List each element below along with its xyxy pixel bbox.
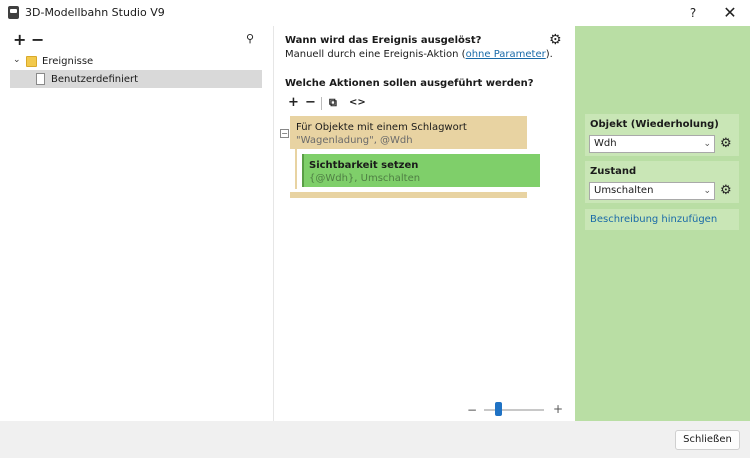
footer-bar: Schließen <box>0 421 750 458</box>
copy-action-button[interactable]: ⧉ <box>329 96 337 109</box>
zoom-in-button[interactable]: + <box>553 402 563 416</box>
help-button[interactable]: ? <box>678 2 708 24</box>
zoom-slider-track[interactable] <box>484 409 544 411</box>
zoom-out-button[interactable]: − <box>467 403 477 417</box>
add-action-button[interactable]: + <box>288 96 299 109</box>
state-label: Zustand <box>590 166 637 177</box>
state-settings-gear-icon[interactable]: ⚙ <box>720 184 732 197</box>
state-select[interactable]: Umschalten ⌄ <box>589 182 715 200</box>
properties-pane: Objekt (Wiederholung) Wdh ⌄ ⚙ Zustand Um… <box>575 26 750 421</box>
trigger-heading: Wann wird das Ereignis ausgelöst? <box>285 35 482 46</box>
collapse-toggle-icon[interactable]: − <box>280 129 289 138</box>
title-bar: 3D-Modellbahn Studio V9 ? ✕ <box>0 0 750 26</box>
action-block-title: Sichtbarkeit setzen <box>309 160 419 171</box>
chevron-down-icon: ⌄ <box>703 139 711 149</box>
trigger-description: Manuell durch eine Ereignis-Aktion (ohne… <box>285 48 553 61</box>
close-button[interactable]: Schließen <box>675 430 740 450</box>
search-icon[interactable]: ⚲ <box>246 32 254 45</box>
add-description-link[interactable]: Beschreibung hinzufügen <box>590 213 717 226</box>
add-event-button[interactable]: + <box>13 32 26 48</box>
loop-block[interactable]: Für Objekte mit einem Schlagwort "Wagenl… <box>290 116 527 149</box>
remove-action-button[interactable]: − <box>305 96 316 109</box>
chevron-down-icon[interactable]: ⌄ <box>13 55 21 65</box>
action-block-subtitle: {@Wdh}, Umschalten <box>309 173 421 184</box>
remove-event-button[interactable]: − <box>31 32 44 48</box>
tree-item-benutzerdefiniert[interactable]: Benutzerdefiniert <box>51 71 138 88</box>
toolbar-separator <box>321 97 322 110</box>
trigger-settings-gear-icon[interactable]: ⚙ <box>549 33 562 47</box>
tree-item-ereignisse[interactable]: Ereignisse <box>42 53 93 70</box>
window-title: 3D-Modellbahn Studio V9 <box>25 6 165 19</box>
loop-block-connector <box>295 149 297 189</box>
object-settings-gear-icon[interactable]: ⚙ <box>720 137 732 150</box>
object-select-value: Wdh <box>594 138 617 149</box>
object-property-box: Objekt (Wiederholung) Wdh ⌄ ⚙ <box>585 114 739 156</box>
code-view-button[interactable]: <> <box>349 96 366 109</box>
object-label: Objekt (Wiederholung) <box>590 119 719 130</box>
actions-heading: Welche Aktionen sollen ausgeführt werden… <box>285 78 534 89</box>
event-editor-pane: Wann wird das Ereignis ausgelöst? Manuel… <box>274 26 575 421</box>
document-icon <box>36 73 45 85</box>
loop-block-title: Für Objekte mit einem Schlagwort <box>296 122 467 133</box>
object-select[interactable]: Wdh ⌄ <box>589 135 715 153</box>
trigger-parameter-link[interactable]: ohne Parameter <box>466 49 546 60</box>
close-window-button[interactable]: ✕ <box>715 2 745 24</box>
zoom-slider-thumb[interactable] <box>495 402 502 416</box>
state-property-box: Zustand Umschalten ⌄ ⚙ <box>585 161 739 203</box>
events-tree-pane: + − ⚲ ⌄ Ereignisse Benutzerdefiniert <box>0 26 273 421</box>
app-icon <box>8 6 19 19</box>
trigger-text-before: Manuell durch eine Ereignis-Aktion ( <box>285 49 466 60</box>
folder-icon <box>26 56 37 67</box>
description-box: Beschreibung hinzufügen <box>585 209 739 230</box>
state-select-value: Umschalten <box>594 185 654 196</box>
chevron-down-icon: ⌄ <box>703 186 711 196</box>
loop-block-subtitle: "Wagenladung", @Wdh <box>296 135 413 146</box>
loop-block-footer <box>290 192 527 198</box>
action-block[interactable]: Sichtbarkeit setzen {@Wdh}, Umschalten <box>304 154 540 187</box>
trigger-text-after: ). <box>545 49 553 60</box>
